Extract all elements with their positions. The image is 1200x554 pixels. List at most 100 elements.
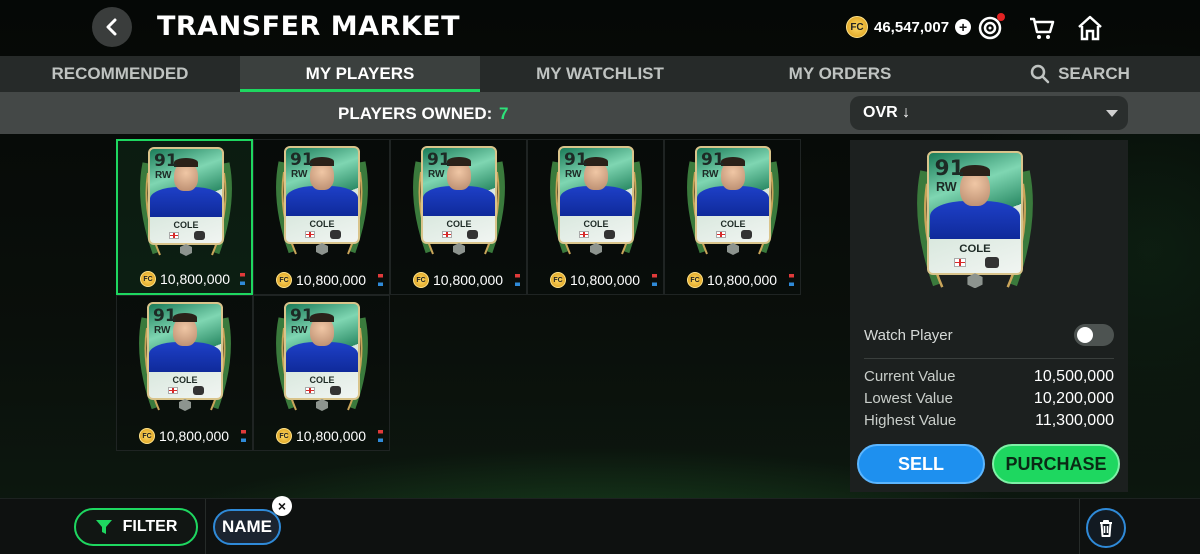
- card-player-name: COLE: [959, 243, 991, 256]
- tab-search[interactable]: SEARCH: [960, 56, 1200, 92]
- player-slot[interactable]: 91 RW COLE FC 10,800,000: [253, 295, 390, 451]
- remove-chip-icon[interactable]: ×: [272, 496, 292, 516]
- card-rating: 91: [153, 306, 177, 326]
- player-slot[interactable]: 91 RW COLE FC 10,800,000: [116, 295, 253, 451]
- chevron-down-icon: [1106, 110, 1118, 117]
- player-card: 91 RW COLE: [409, 142, 509, 264]
- price-value: 10,800,000: [159, 428, 230, 444]
- player-slot[interactable]: 91 RW COLE FC 10,800,000: [253, 139, 390, 295]
- player-slot[interactable]: 91 RW COLE FC 10,800,000: [390, 139, 527, 295]
- page-title: TRANSFER MARKET: [157, 11, 461, 42]
- england-flag-icon: [305, 231, 315, 238]
- tab-label: RECOMMENDED: [51, 64, 189, 83]
- highest-value-row: Highest Value 11,300,000: [864, 412, 1114, 430]
- card-player-name: COLE: [172, 375, 198, 385]
- sell-button[interactable]: SELL: [857, 444, 985, 484]
- card-rating: 91: [154, 151, 178, 171]
- player-slot[interactable]: 91 RW COLE FC 10,800,000: [664, 139, 801, 295]
- card-position: RW: [702, 169, 719, 180]
- sub-bar: PLAYERS OWNED: 7 OVR ↓: [0, 92, 1200, 134]
- lowest-value: 10,200,000: [1033, 390, 1114, 407]
- divider: [205, 499, 206, 554]
- player-shirt: [286, 186, 358, 216]
- home-icon[interactable]: [1076, 14, 1104, 42]
- player-card: 91 RW COLE: [135, 298, 235, 420]
- cart-icon[interactable]: [1028, 14, 1056, 42]
- player-slot[interactable]: 91 RW COLE FC 10,800,000: [116, 139, 253, 295]
- player-price: FC 10,800,000: [276, 272, 366, 288]
- player-card: 91 RW COLE: [546, 142, 646, 264]
- tab-label: MY PLAYERS: [305, 64, 415, 83]
- filter-button[interactable]: FILTER: [74, 508, 198, 546]
- card-player-name: COLE: [446, 219, 472, 229]
- fc-coin-icon: FC: [276, 272, 292, 288]
- filter-label: FILTER: [122, 518, 178, 535]
- player-shirt: [286, 342, 358, 372]
- name-filter-chip[interactable]: NAME: [213, 509, 281, 545]
- tab-my-watchlist[interactable]: MY WATCHLIST: [480, 56, 720, 92]
- player-price: FC 10,800,000: [550, 272, 640, 288]
- player-price: FC 10,800,000: [139, 428, 229, 444]
- player-shirt: [150, 187, 222, 217]
- league-badge-icon: [330, 386, 341, 395]
- tab-recommended[interactable]: RECOMMENDED: [0, 56, 240, 92]
- card-player-name: COLE: [173, 220, 199, 230]
- card-position: RW: [428, 169, 445, 180]
- back-arrow-icon: [106, 18, 117, 36]
- coin-balance: FC 46,547,007 +: [846, 16, 972, 38]
- price-trend-indicator: [515, 274, 520, 286]
- filter-icon: [95, 520, 112, 534]
- card-player-name: COLE: [583, 219, 609, 229]
- player-slot[interactable]: 91 RW COLE FC 10,800,000: [527, 139, 664, 295]
- card-position: RW: [935, 180, 957, 195]
- player-price: FC 10,800,000: [413, 272, 503, 288]
- card-position: RW: [291, 169, 308, 180]
- player-card: 91 RW COLE: [136, 143, 236, 265]
- tab-bar: RECOMMENDED MY PLAYERS MY WATCHLIST MY O…: [0, 56, 1200, 92]
- back-button[interactable]: [92, 7, 132, 47]
- price-trend-indicator: [240, 273, 245, 285]
- notification-dot: [997, 13, 1005, 21]
- england-flag-icon: [716, 231, 726, 238]
- card-rating: 91: [564, 150, 588, 170]
- price-value: 10,800,000: [707, 272, 778, 288]
- price-trend-indicator: [652, 274, 657, 286]
- player-shirt: [149, 342, 221, 372]
- card-rating: 91: [290, 150, 314, 170]
- player-shirt: [929, 201, 1021, 240]
- objectives-target-icon[interactable]: [976, 13, 1005, 42]
- card-position: RW: [291, 325, 308, 336]
- trash-icon: [1100, 520, 1112, 537]
- clear-filters-button[interactable]: [1086, 508, 1126, 548]
- purchase-button[interactable]: PURCHASE: [992, 444, 1120, 484]
- fc-coin-icon: FC: [687, 272, 703, 288]
- watch-player-label: Watch Player: [864, 326, 953, 344]
- add-coins-icon[interactable]: +: [955, 19, 972, 35]
- league-badge-icon: [985, 256, 999, 269]
- player-price: FC 10,800,000: [140, 271, 230, 287]
- divider: [864, 358, 1114, 359]
- sort-dropdown[interactable]: OVR ↓: [850, 96, 1128, 130]
- price-trend-indicator: [378, 430, 383, 442]
- england-flag-icon: [953, 258, 967, 267]
- tab-my-players[interactable]: MY PLAYERS: [240, 56, 480, 92]
- card-position: RW: [565, 169, 582, 180]
- top-bar: TRANSFER MARKET FC 46,547,007 +: [0, 0, 1200, 56]
- current-value: 10,500,000: [1033, 368, 1114, 385]
- card-rating: 91: [290, 306, 314, 326]
- league-badge-icon: [604, 230, 615, 239]
- lowest-value-row: Lowest Value 10,200,000: [864, 390, 1114, 408]
- fc-coin-icon: FC: [140, 271, 156, 287]
- player-shirt: [423, 186, 495, 216]
- player-detail-panel: 91 RW COLE Watch Player Current Value 10,5…: [850, 140, 1128, 492]
- price-trend-indicator: [789, 274, 794, 286]
- lowest-value-label: Lowest Value: [864, 390, 953, 407]
- current-value-row: Current Value 10,500,000: [864, 368, 1114, 386]
- player-price: FC 10,800,000: [276, 428, 366, 444]
- search-icon: [1030, 64, 1050, 84]
- tab-my-orders[interactable]: MY ORDERS: [720, 56, 960, 92]
- watch-player-toggle[interactable]: [1074, 324, 1114, 346]
- england-flag-icon: [305, 387, 315, 394]
- player-price: FC 10,800,000: [687, 272, 777, 288]
- card-rating: 91: [427, 150, 451, 170]
